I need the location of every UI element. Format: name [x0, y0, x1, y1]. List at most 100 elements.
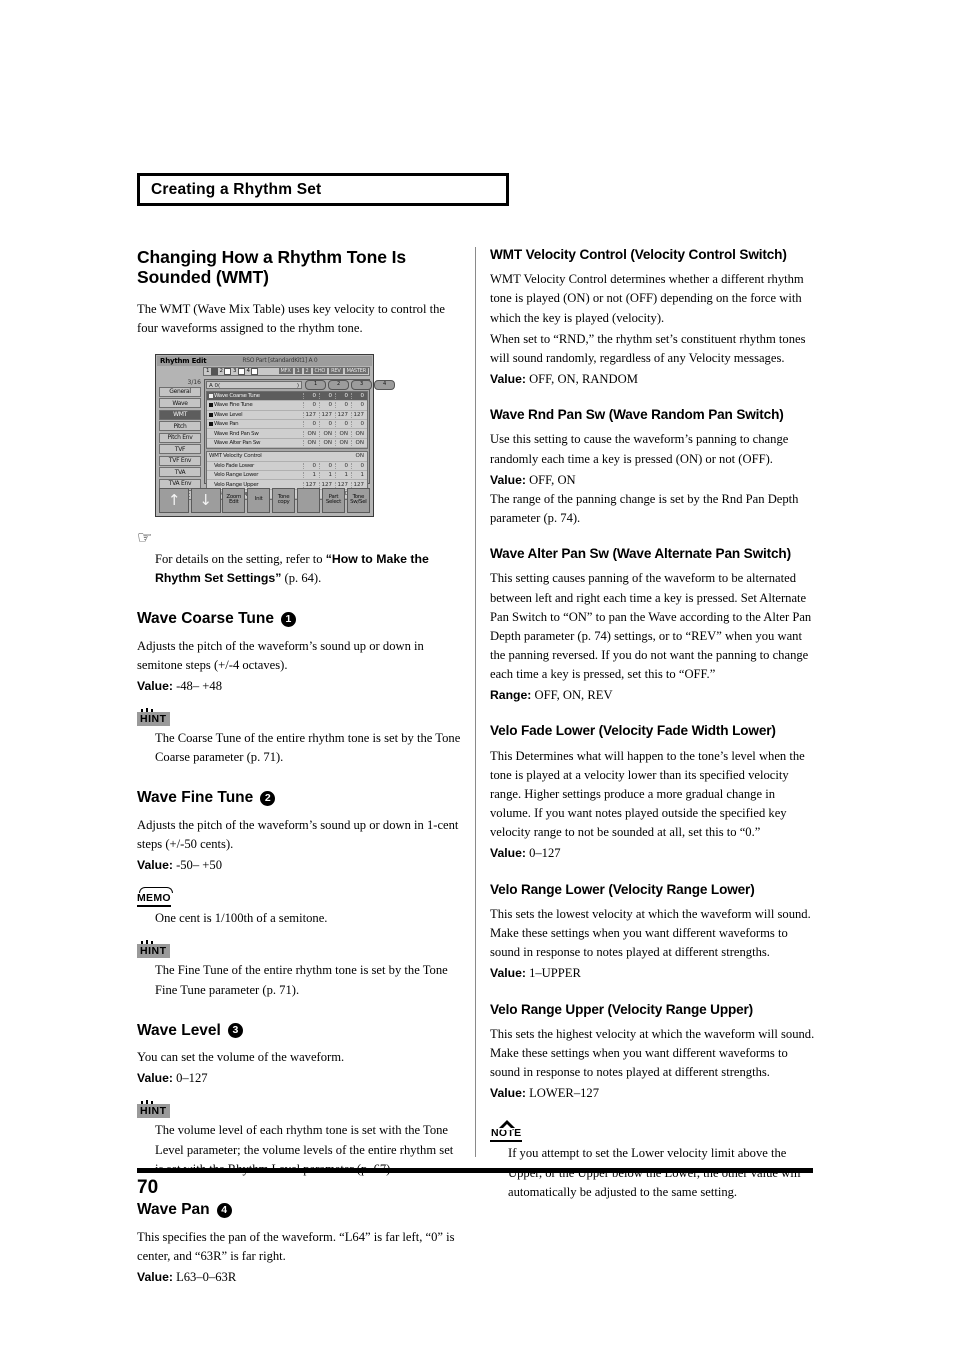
lcd-cell-wmt2[interactable]: 127 [319, 481, 335, 488]
lcd-fx-chip-1[interactable]: 1 [294, 368, 302, 375]
lcd-button-init[interactable]: Init [246, 487, 271, 513]
lcd-row-wave-alter-pan-sw[interactable]: Wave Alter Pan Sw ON ON ON ON [207, 439, 367, 449]
lcd-wmt-switch-3-label: 3 [233, 368, 237, 375]
lcd-cell-wmt3[interactable]: ON [335, 430, 351, 437]
lcd-cell-wmt4[interactable]: ON [351, 440, 367, 447]
lcd-cell-wmt2[interactable]: 0 [319, 393, 335, 400]
lcd-cell-wmt1[interactable]: 127 [303, 481, 319, 488]
lcd-button-zoom-edit[interactable]: Zoom Edit [222, 487, 246, 513]
lcd-button-up-arrow[interactable]: ↑ [159, 487, 189, 513]
callout-memo-text: One cent is 1/100th of a semitone. [155, 910, 328, 925]
lcd-row-label: WMT Velocity Control [209, 453, 262, 460]
value-label: Value: [490, 372, 526, 387]
lcd-row-wave-rnd-pan-sw[interactable]: Wave Rnd Pan Sw ON ON ON ON [207, 429, 367, 439]
lcd-cell-wmt4[interactable]: 127 [351, 481, 367, 488]
lcd-cell-wmt4[interactable]: 127 [351, 411, 367, 418]
lcd-wmt-switch-3[interactable]: 3 [233, 367, 245, 375]
lcd-cell-wmt3[interactable]: 127 [335, 411, 351, 418]
lcd-wmt-button-4[interactable]: 4 [374, 380, 395, 391]
param-heading-wmt-velocity-control: WMT Velocity Control (Velocity Control S… [490, 247, 787, 262]
lcd-cell-wmt2[interactable]: 1 [319, 472, 335, 479]
lcd-cell-wmt2[interactable]: 0 [319, 402, 335, 409]
lcd-cell-value[interactable]: ON [339, 453, 367, 459]
lcd-tab-tvf-env[interactable]: TVF Env [159, 455, 201, 466]
lcd-tab-wave[interactable]: Wave [159, 398, 201, 409]
param-heading-velo-range-upper: Velo Range Upper (Velocity Range Upper) [490, 1001, 754, 1017]
lcd-row-label: Velo Range Upper [214, 481, 259, 488]
lcd-cell-wmt3[interactable]: 0 [335, 402, 351, 409]
lcd-cell-wmt2[interactable]: 127 [319, 411, 335, 418]
lcd-row-wmt-velocity-control[interactable]: WMT Velocity Control ON [207, 452, 367, 462]
lcd-cell-wmt1[interactable]: 0 [303, 421, 319, 428]
lcd-cell-wmt4[interactable]: 0 [351, 421, 367, 428]
lcd-cell-wmt4[interactable]: 0 [351, 462, 367, 469]
lcd-tab-general[interactable]: General [159, 386, 201, 397]
lcd-cell-wmt4[interactable]: 0 [351, 393, 367, 400]
lcd-wmt-switch-4-label: 4 [246, 368, 251, 375]
lcd-row-wave-pan[interactable]: Wave Pan 0 0 0 0 [207, 420, 367, 430]
lcd-cell-wmt3[interactable]: 127 [335, 481, 351, 488]
lcd-fx-chip-master[interactable]: MASTER [344, 368, 368, 375]
lcd-row-wave-fine-tune[interactable]: Wave Fine Tune 0 0 0 0 [207, 401, 367, 411]
lcd-button-down-arrow[interactable]: ↓ [190, 487, 221, 513]
lcd-cell-wmt3[interactable]: 0 [335, 421, 351, 428]
value-text: OFF, ON, RANDOM [529, 372, 638, 387]
lcd-button-tone-swsel[interactable]: Tone Sw/Sel [346, 487, 371, 513]
lcd-tab-tva[interactable]: TVA [159, 467, 201, 478]
lcd-tab-wmt[interactable]: WMT [159, 409, 201, 420]
lcd-screenshot-figure: Rhythm Edit RSO Part [standardKit1] A 0 … [155, 353, 395, 517]
lcd-cell-wmt1[interactable]: 0 [303, 402, 319, 409]
lcd-cell-wmt4[interactable]: ON [351, 430, 367, 437]
lcd-fx-chip-rev[interactable]: REV [329, 368, 343, 375]
bullet-icon [209, 422, 213, 427]
lcd-wmt-switch-4[interactable]: 4 [246, 367, 258, 375]
right-column: WMT Velocity Control (Velocity Control S… [490, 247, 816, 1203]
lcd-cell-wmt3[interactable]: ON [335, 440, 351, 447]
lcd-wmt-switch-2[interactable]: 2 [220, 367, 231, 375]
value-label: Value: [137, 1071, 173, 1086]
value-text: 0–127 [529, 846, 561, 861]
lcd-cell-wmt4[interactable]: 0 [351, 402, 367, 409]
lcd-cell-wmt1[interactable]: 0 [303, 393, 319, 400]
value-text: L63–0–63R [176, 1269, 237, 1284]
lcd-fx-chip-2[interactable]: 2 [303, 368, 311, 375]
callout-number-3: 3 [227, 1023, 243, 1039]
lcd-tab-pitch[interactable]: Pitch [159, 421, 201, 432]
lcd-button-blank[interactable] [296, 487, 321, 513]
lcd-cell-wmt3[interactable]: 0 [335, 462, 351, 469]
lcd-row-wave-coarse-tune[interactable]: Wave Coarse Tune 0 0 0 0 [207, 391, 367, 402]
lcd-cell-wmt2[interactable]: 0 [319, 421, 335, 428]
lcd-fx-chip-cho[interactable]: CHO [312, 368, 328, 375]
lcd-cell-wmt1[interactable]: 127 [303, 411, 319, 418]
param-heading-wave-alter-pan-sw: Wave Alter Pan Sw (Wave Alternate Pan Sw… [490, 546, 791, 562]
param-heading-velo-range-lower: Velo Range Lower (Velocity Range Lower) [490, 881, 755, 897]
lcd-tab-tvf[interactable]: TVF [159, 444, 201, 455]
lcd-button-part-select[interactable]: Part Select [321, 487, 346, 513]
lcd-cell-wmt2[interactable]: ON [319, 440, 335, 447]
lcd-cell-wmt1[interactable]: 0 [303, 462, 319, 469]
lcd-cell-wmt2[interactable]: 0 [319, 462, 335, 469]
lcd-wmt-button-2[interactable]: 2 [328, 380, 349, 391]
lcd-tab-pitch-env[interactable]: Pitch Env [159, 432, 201, 443]
lcd-wmt-button-3[interactable]: 3 [351, 380, 372, 391]
lcd-row-label: Wave Fine Tune [214, 402, 253, 409]
param-body: This specifies the pan of the waveform. … [137, 1229, 455, 1263]
lcd-button-tone-copy[interactable]: Tone copy [271, 487, 296, 513]
lcd-cell-wmt1[interactable]: 1 [303, 472, 319, 479]
lcd-wave-name-field[interactable]: A 0( ) [206, 381, 302, 390]
lcd-cell-wmt1[interactable]: ON [303, 430, 319, 437]
lcd-wmt-button-1[interactable]: 1 [305, 380, 326, 391]
lcd-cell-wmt3[interactable]: 0 [335, 393, 351, 400]
lcd-row-velo-fade-lower[interactable]: Velo Fade Lower 0 0 0 0 [207, 462, 367, 471]
lcd-cell-wmt3[interactable]: 1 [335, 472, 351, 479]
param-body: This sets the highest velocity at which … [490, 1026, 815, 1080]
lcd-row-wave-level[interactable]: Wave Level 127 127 127 127 [207, 411, 367, 421]
lcd-wmt-switch-bar: 1 2 3 4 MFX 1 2 CHO REV MASTER [203, 366, 370, 376]
lcd-cell-wmt1[interactable]: ON [303, 440, 319, 447]
lcd-cell-wmt4[interactable]: 1 [351, 472, 367, 479]
lcd-fx-chip-mfx[interactable]: MFX [278, 368, 293, 375]
lcd-row-velo-range-lower[interactable]: Velo Range Lower 1 1 1 1 [207, 471, 367, 481]
lcd-wmt-switch-1[interactable]: 1 [206, 367, 218, 375]
param-value-line: Value: OFF, ON [490, 471, 816, 490]
lcd-cell-wmt2[interactable]: ON [319, 430, 335, 437]
